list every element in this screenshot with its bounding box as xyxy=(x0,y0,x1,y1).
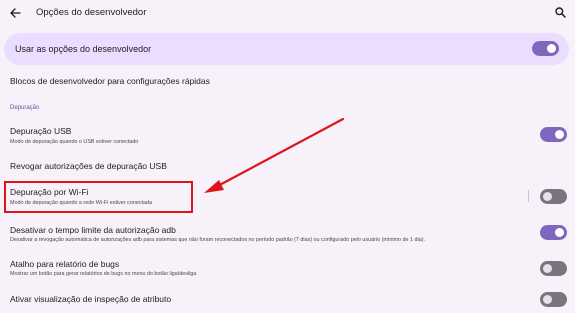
arrow-back-icon[interactable] xyxy=(7,5,23,21)
bug-report-shortcut-title[interactable]: Atalho para relatório de bugs xyxy=(10,259,119,269)
toggle-knob xyxy=(543,295,552,304)
toggle-knob xyxy=(555,228,564,237)
adb-timeout-title[interactable]: Desativar o tempo limite da autorização … xyxy=(10,225,176,235)
wifi-debugging-toggle[interactable] xyxy=(540,189,567,204)
attribute-inspection-title[interactable]: Ativar visualização de inspeção de atrib… xyxy=(10,294,171,304)
use-developer-options-toggle[interactable] xyxy=(532,41,559,56)
use-developer-options-label: Usar as opções do desenvolvedor xyxy=(15,44,152,54)
divider xyxy=(528,190,529,202)
page-title: Opções do desenvolvedor xyxy=(36,7,147,18)
adb-timeout-toggle[interactable] xyxy=(540,225,567,240)
revoke-usb-authorizations-item[interactable]: Revogar autorizações de depuração USB xyxy=(10,161,167,171)
attribute-inspection-toggle[interactable] xyxy=(540,292,567,307)
usb-debugging-subtitle: Modo de depuração quando o USB estiver c… xyxy=(10,139,139,145)
usb-debugging-title[interactable]: Depuração USB xyxy=(10,126,71,136)
use-developer-options-bar[interactable]: Usar as opções do desenvolvedor xyxy=(4,33,569,65)
usb-debugging-toggle[interactable] xyxy=(540,127,567,142)
search-icon[interactable] xyxy=(554,6,567,19)
bug-report-shortcut-subtitle: Mostrar um botão para gerar relatórios d… xyxy=(10,271,197,277)
section-header-debugging: Depuração xyxy=(10,105,40,111)
toggle-knob xyxy=(547,44,556,53)
adb-timeout-subtitle: Desativar a revogação automática de auto… xyxy=(10,237,426,243)
quick-settings-tiles-item[interactable]: Blocos de desenvolvedor para configuraçõ… xyxy=(10,76,210,86)
wifi-debugging-subtitle: Modo de depuração quando a rede Wi-Fi es… xyxy=(10,200,153,206)
toggle-knob xyxy=(543,192,552,201)
top-app-bar: Opções do desenvolvedor xyxy=(0,0,575,28)
highlight-box xyxy=(4,181,193,213)
bug-report-shortcut-toggle[interactable] xyxy=(540,261,567,276)
toggle-knob xyxy=(543,264,552,273)
wifi-debugging-title[interactable]: Depuração por Wi-Fi xyxy=(10,187,88,197)
toggle-knob xyxy=(555,130,564,139)
